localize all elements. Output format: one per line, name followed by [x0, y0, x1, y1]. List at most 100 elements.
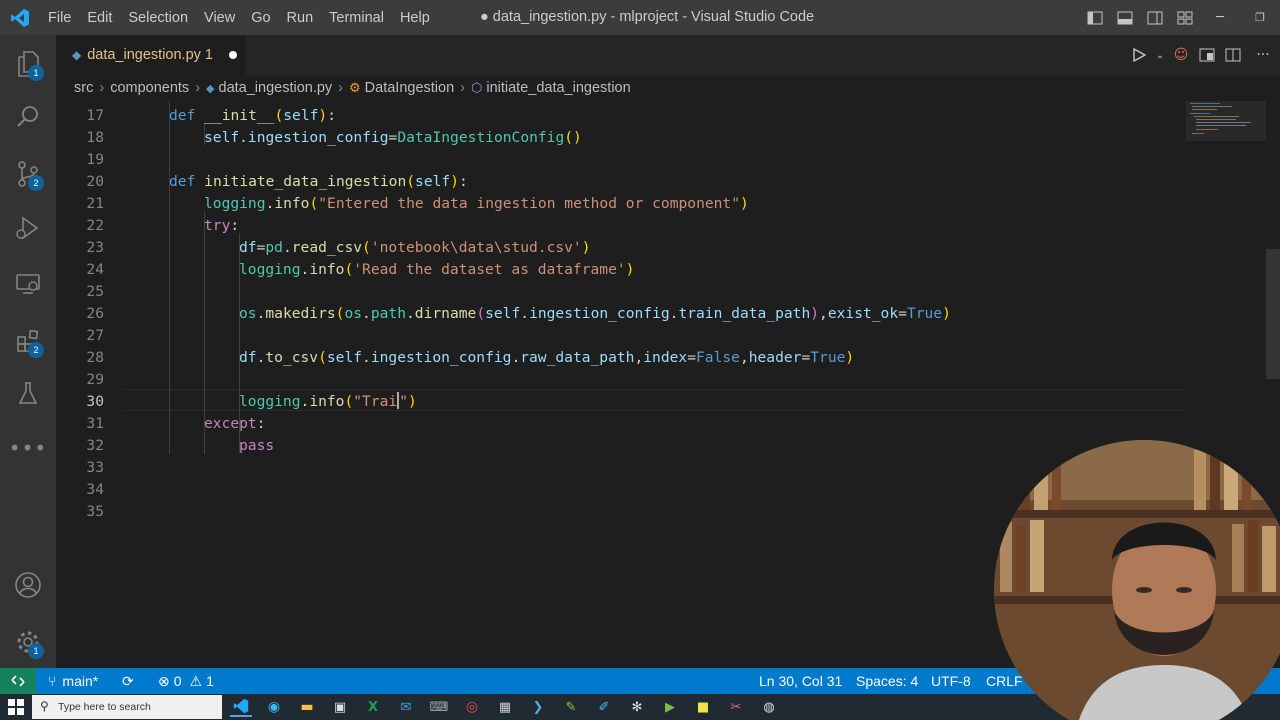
explorer-icon[interactable]: 1 — [0, 39, 56, 89]
more-actions-icon[interactable]: ··· — [1246, 35, 1280, 75]
testing-icon[interactable] — [0, 369, 56, 419]
minimap-slider[interactable] — [1186, 101, 1266, 141]
menu-help[interactable]: Help — [392, 10, 438, 26]
problems-indicator[interactable]: ⊗ 0 ⚠ 1 — [158, 668, 214, 694]
menu-terminal[interactable]: Terminal — [321, 10, 392, 26]
string: 'Read the dataset as dataframe' — [353, 261, 626, 278]
code-line: 18 self.ingestion_config=DataIngestionCon… — [56, 127, 1186, 149]
indentation[interactable]: Spaces: 4 — [856, 668, 918, 694]
code-line: 19 — [56, 149, 1186, 171]
line-number: 35 — [86, 503, 104, 520]
line-number: 24 — [86, 261, 104, 278]
module: logging — [239, 261, 301, 278]
keyboard-icon[interactable]: ⌨ — [428, 697, 450, 717]
line-number: 19 — [86, 151, 104, 168]
breadcrumb-method[interactable]: initiate_data_ingestion — [486, 80, 630, 96]
menu-selection[interactable]: Selection — [120, 10, 196, 26]
open-preview-icon[interactable] — [1194, 35, 1220, 75]
sticky-notes-icon[interactable]: ■ — [692, 697, 714, 717]
media-player-icon[interactable]: ▶ — [659, 697, 681, 717]
remote-indicator-icon[interactable] — [0, 668, 36, 694]
menu-go[interactable]: Go — [243, 10, 278, 26]
activity-bar: 1 2 2 ••• 1 — [0, 35, 56, 668]
tab-data-ingestion[interactable]: ◆ data_ingestion.py 1 — [56, 35, 246, 75]
more-icon[interactable]: ••• — [0, 423, 56, 473]
chrome-icon[interactable]: ◎ — [461, 697, 483, 717]
code-line: 34 — [56, 479, 1186, 501]
module: os — [344, 305, 363, 322]
line-number: 34 — [86, 481, 104, 498]
kwarg: index — [643, 349, 688, 366]
end-of-line[interactable]: CRLF — [986, 668, 1023, 694]
source-control-icon[interactable]: 2 — [0, 149, 56, 199]
settings-icon[interactable]: ✻ — [626, 697, 648, 717]
notepad-icon[interactable]: ✎ — [560, 697, 582, 717]
split-editor-icon[interactable] — [1220, 35, 1246, 75]
windows-start-icon[interactable] — [8, 699, 24, 715]
code-line: 21 logging.info("Entered the data ingesti… — [56, 193, 1186, 215]
toggle-panel-icon[interactable] — [1110, 0, 1140, 35]
terminal-icon[interactable]: ❯ — [527, 697, 549, 717]
class-icon: ⚙ — [349, 80, 361, 95]
run-python-file-icon[interactable] — [1126, 35, 1152, 75]
run-and-debug-icon[interactable] — [0, 203, 56, 253]
scrollbar-thumb[interactable] — [1266, 249, 1280, 379]
manage-gear-icon[interactable]: 1 — [0, 617, 56, 667]
line-number: 21 — [86, 195, 104, 212]
menu-view[interactable]: View — [196, 10, 243, 26]
restore-icon[interactable]: ❐ — [1240, 0, 1280, 35]
attribute: self.ingestion_config — [204, 129, 389, 146]
vscode-taskbar-icon[interactable] — [230, 697, 252, 717]
file-explorer-icon[interactable]: ▬ — [296, 697, 318, 717]
breadcrumb: src › components › ◆ data_ingestion.py ›… — [56, 75, 1280, 101]
sync-icon[interactable]: ⟳ — [122, 668, 134, 694]
store-icon[interactable]: ▣ — [329, 697, 351, 717]
obs-icon[interactable]: ◍ — [758, 697, 780, 717]
accounts-icon[interactable] — [0, 560, 56, 610]
function-name: __init__ — [204, 107, 275, 124]
minimize-icon[interactable]: ─ — [1200, 0, 1240, 35]
breadcrumb-file[interactable]: data_ingestion.py — [219, 80, 333, 96]
breadcrumb-src[interactable]: src — [74, 80, 93, 96]
menu-file[interactable]: File — [40, 10, 79, 26]
attribute: ingestion_config — [529, 305, 670, 322]
param: self — [283, 107, 319, 124]
warning-count: 1 — [206, 673, 214, 689]
editor-actions: ⌄ ☺ ··· — [1126, 35, 1280, 75]
snipping-tool-icon[interactable]: ✂ — [725, 697, 747, 717]
menu-edit[interactable]: Edit — [79, 10, 120, 26]
excel-icon[interactable]: X — [362, 697, 384, 717]
menu-run[interactable]: Run — [279, 10, 322, 26]
line-number: 25 — [86, 283, 104, 300]
chevron-right-icon: › — [99, 80, 105, 96]
extensions-icon[interactable]: 2 — [0, 316, 56, 366]
paint-icon[interactable]: ✐ — [593, 697, 615, 717]
taskbar-search-input[interactable]: ⚲ Type here to search — [32, 695, 222, 719]
line-number: 30 — [86, 393, 104, 410]
breadcrumb-components[interactable]: components — [110, 80, 189, 96]
toggle-secondary-sidebar-icon[interactable] — [1140, 0, 1170, 35]
remote-explorer-icon[interactable] — [0, 259, 56, 309]
function-name: initiate_data_ingestion — [204, 173, 407, 190]
branch-indicator[interactable]: ⑂ main* — [48, 668, 98, 694]
constant: False — [696, 349, 740, 366]
encoding[interactable]: UTF-8 — [931, 668, 971, 694]
search-icon: ⚲ — [40, 699, 49, 713]
cursor-position[interactable]: Ln 30, Col 31 — [759, 668, 842, 694]
line-number: 26 — [86, 305, 104, 322]
chevron-down-icon[interactable]: ⌄ — [1152, 35, 1168, 75]
calculator-icon[interactable]: ▦ — [494, 697, 516, 717]
code-line: 23 df=pd.read_csv('notebook\data\stud.csv… — [56, 237, 1186, 259]
python-file-icon: ◆ — [72, 48, 82, 62]
copilot-icon[interactable]: ☺ — [1168, 35, 1194, 75]
window-controls: ─ ❐ — [1080, 0, 1280, 35]
edge-icon[interactable]: ◉ — [263, 697, 285, 717]
unsaved-dot-icon[interactable] — [229, 51, 237, 59]
search-icon[interactable] — [0, 92, 56, 142]
breadcrumb-class[interactable]: DataIngestion — [365, 80, 454, 96]
mail-icon[interactable]: ✉ — [395, 697, 417, 717]
customize-layout-icon[interactable] — [1170, 0, 1200, 35]
keyword: except — [204, 415, 257, 432]
toggle-primary-sidebar-icon[interactable] — [1080, 0, 1110, 35]
vscode-logo-icon — [0, 0, 40, 35]
